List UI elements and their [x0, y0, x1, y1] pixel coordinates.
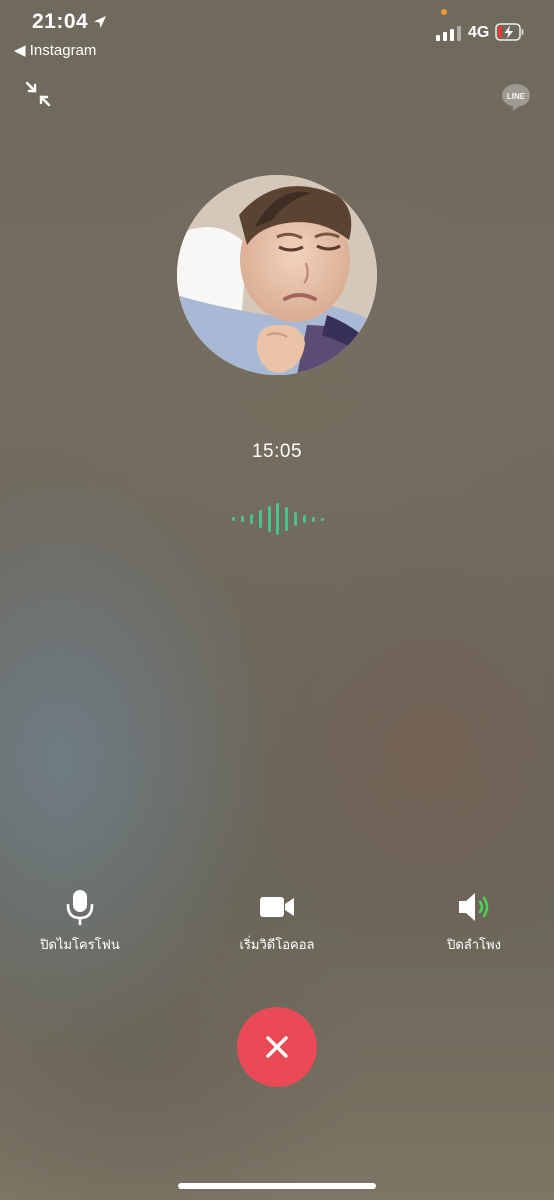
minimize-call-icon[interactable] — [24, 80, 52, 108]
privacy-indicator-dot — [441, 9, 447, 15]
network-type: 4G — [468, 24, 490, 41]
start-video-call-label: เริ่มวิดีโอคอล — [239, 937, 315, 952]
back-to-instagram-link[interactable]: ◀ Instagram — [14, 41, 96, 59]
contact-avatar — [177, 175, 377, 375]
close-icon — [266, 1036, 288, 1058]
battery-charging-icon — [495, 23, 524, 41]
signal-icon — [436, 25, 461, 41]
mute-microphone-button[interactable]: ปิดไมโครโฟน — [0, 888, 160, 955]
line-logo-icon: LINE — [502, 84, 530, 111]
line-voice-call-screen: 21:04 ◀ Instagram 4G LINE 15:05 ปิดไมโคร… — [0, 0, 554, 1200]
svg-text:LINE: LINE — [507, 92, 526, 101]
video-camera-icon — [260, 897, 294, 917]
speaker-on-icon — [459, 893, 489, 921]
start-video-call-button[interactable]: เริ่มวิดีโอคอล — [197, 888, 357, 955]
speaker-toggle-button[interactable]: ปิดลำโพง — [394, 888, 554, 955]
status-time: 21:04 — [32, 10, 89, 33]
audio-waveform-icon — [232, 502, 324, 536]
end-call-button[interactable] — [237, 1007, 317, 1087]
call-duration: 15:05 — [251, 441, 303, 462]
speaker-toggle-label: ปิดลำโพง — [447, 937, 501, 952]
home-indicator[interactable] — [178, 1183, 376, 1189]
location-arrow-icon — [94, 16, 106, 28]
microphone-icon — [66, 890, 94, 926]
mute-microphone-label: ปิดไมโครโฟน — [40, 937, 120, 952]
